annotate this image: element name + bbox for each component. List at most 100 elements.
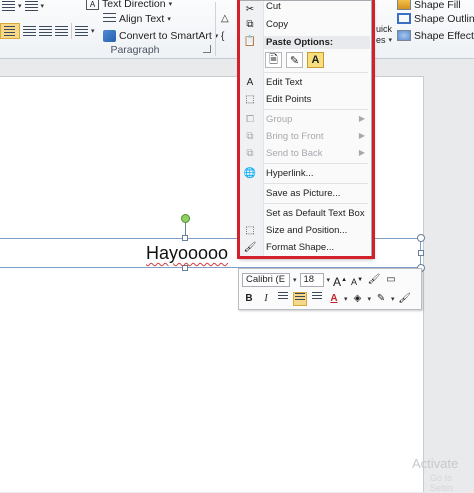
chevron-down-icon[interactable]: ▾	[91, 27, 95, 35]
resize-handle-top[interactable]	[182, 235, 188, 241]
menu-item-set-default-text-box[interactable]: Set as Default Text Box	[238, 205, 371, 222]
send-to-back-icon: ⧉	[246, 147, 254, 159]
chevron-down-icon[interactable]: ▾	[327, 276, 331, 284]
submenu-arrow-icon: ▶	[358, 131, 365, 140]
paste-options-header: Paste Options:	[264, 36, 370, 49]
shape-style-icon: ▭	[386, 274, 396, 285]
menu-item-hyperlink[interactable]: 🌐 Hyperlink...	[238, 165, 371, 182]
format-painter-button[interactable]: 🖌	[367, 273, 381, 287]
menu-item-copy[interactable]: ⧉ Copy	[238, 16, 371, 33]
menu-item-set-default-text-box-label: Set as Default Text Box	[266, 208, 365, 219]
numbering-icon[interactable]	[24, 0, 38, 11]
font-color-icon: A	[330, 293, 338, 304]
menu-item-edit-points[interactable]: ⬚ Edit Points	[238, 91, 371, 108]
shape-outline-button[interactable]: Shape Outline	[397, 10, 474, 27]
paragraph-dialog-launcher[interactable]	[203, 45, 211, 53]
menu-item-format-shape[interactable]: 🖌 Format Shape...	[238, 239, 371, 256]
align-right-button[interactable]	[310, 292, 324, 306]
shape-effects-label: Shape Effects	[414, 29, 474, 42]
paste-keep-text-only-button[interactable]: A	[307, 52, 324, 68]
shape-triangle-icon[interactable]: △	[221, 10, 229, 27]
chevron-down-icon[interactable]: ▾	[368, 295, 372, 303]
clipboard-icon: 🗎	[269, 53, 278, 66]
keep-text-only-icon: A	[311, 54, 320, 66]
align-text-icon	[103, 12, 116, 25]
align-right-icon[interactable]	[39, 25, 52, 36]
menu-item-size-and-position-label: Size and Position...	[266, 225, 348, 236]
quick-styles-label-2: es	[376, 34, 386, 45]
hyperlink-globe-icon: 🌐	[243, 167, 257, 179]
menu-item-send-to-back-label: Send to Back	[266, 148, 323, 159]
bullets-icon[interactable]	[2, 0, 15, 11]
paste-use-destination-theme-button[interactable]: 🗎	[265, 52, 282, 68]
submenu-arrow-icon: ▶	[358, 114, 365, 123]
convert-smartart-label: Convert to SmartArt	[119, 29, 212, 42]
divider	[71, 22, 72, 39]
resize-handle-right[interactable]	[418, 250, 424, 256]
menu-separator	[264, 163, 368, 164]
submenu-arrow-icon: ▶	[358, 148, 365, 157]
rotation-handle[interactable]	[181, 214, 190, 223]
resize-handle-bottom[interactable]	[182, 265, 188, 271]
align-center-icon	[295, 293, 305, 302]
mini-toolbar: Calibri (E ▾ 18 ▾ A▲ A▼ 🖌 ▭ B I A ▾ ◈ ▾ …	[238, 268, 422, 310]
menu-item-edit-text[interactable]: A Edit Text	[238, 74, 371, 91]
outline-color-button[interactable]: ✎	[374, 292, 388, 306]
font-size-select[interactable]: 18	[299, 273, 324, 287]
menu-item-format-shape-label: Format Shape...	[266, 242, 335, 253]
activation-watermark: Activate	[412, 456, 459, 471]
menu-item-size-and-position[interactable]: ⬚ Size and Position...	[238, 222, 371, 239]
shape-effects-button[interactable]: Shape Effects ▾	[397, 27, 474, 44]
chevron-down-icon: ▾	[388, 36, 393, 44]
menu-item-group-label: Group	[266, 114, 293, 125]
font-color-button[interactable]: A	[327, 292, 341, 306]
chevron-down-icon[interactable]: ▾	[293, 276, 297, 284]
quick-styles-caption: es ▾	[376, 31, 392, 48]
group-divider	[215, 2, 216, 56]
chevron-down-icon[interactable]: ▾	[18, 2, 22, 10]
context-menu: ✂ Cut ⧉ Copy 📋 Paste Options: 🗎 ✎ A A Ed…	[237, 0, 372, 258]
shape-outline-label: Shape Outline	[414, 12, 474, 25]
align-right-icon	[312, 292, 322, 301]
menu-item-copy-label: Copy	[266, 19, 289, 30]
menu-item-save-as-picture-label: Save as Picture...	[266, 188, 341, 199]
mini-toolbar-row-1: Calibri (E ▾ 18 ▾ A▲ A▼ 🖌 ▭	[242, 272, 398, 289]
format-painter-button[interactable]: 🖌	[398, 292, 412, 306]
text-box-content[interactable]: Hayooooo	[146, 243, 228, 264]
chevron-down-icon[interactable]: ▾	[41, 2, 45, 10]
paste-icon: 📋	[243, 35, 257, 47]
chevron-down-icon[interactable]: ▾	[391, 295, 395, 303]
paste-keep-source-formatting-button[interactable]: ✎	[286, 52, 303, 68]
fill-color-button[interactable]: ◈	[351, 292, 365, 306]
menu-item-save-as-picture[interactable]: Save as Picture...	[238, 185, 371, 202]
align-center-button[interactable]	[293, 292, 307, 306]
resize-handle-top-right[interactable]	[417, 234, 425, 242]
columns-icon[interactable]	[75, 25, 88, 36]
shape-brace-icon[interactable]: {	[221, 28, 224, 45]
chevron-down-icon[interactable]: ▾	[344, 295, 348, 303]
font-name-value: Calibri (E	[246, 274, 286, 285]
grow-font-button[interactable]: A▲	[333, 273, 347, 289]
shape-style-button[interactable]: ▭	[384, 273, 398, 287]
copy-icon: ⧉	[246, 18, 254, 30]
font-name-select[interactable]: Calibri (E	[242, 273, 290, 287]
align-left-button[interactable]	[0, 22, 20, 39]
justify-icon[interactable]	[55, 25, 68, 36]
bold-button[interactable]: B	[242, 292, 256, 306]
convert-smartart-button[interactable]: Convert to SmartArt ▾	[103, 27, 218, 44]
menu-item-send-to-back[interactable]: ⧉ Send to Back ▶	[238, 145, 371, 162]
smartart-icon	[103, 29, 116, 42]
menu-item-bring-to-front[interactable]: ⧉ Bring to Front ▶	[238, 128, 371, 145]
align-left-icon	[278, 292, 288, 301]
align-center-icon[interactable]	[23, 25, 36, 36]
text-direction-label: Text Direction	[102, 0, 166, 10]
menu-separator	[264, 72, 368, 73]
align-text-button[interactable]: Align Text ▾	[103, 10, 171, 27]
italic-button[interactable]: I	[259, 292, 273, 306]
menu-item-group[interactable]: ⧠ Group ▶	[238, 111, 371, 128]
shape-fill-icon	[397, 0, 411, 10]
format-shape-icon: 🖌	[243, 241, 257, 253]
shrink-font-button[interactable]: A▼	[350, 273, 364, 287]
pencil-icon: ✎	[376, 293, 386, 304]
align-left-button[interactable]	[276, 292, 290, 306]
